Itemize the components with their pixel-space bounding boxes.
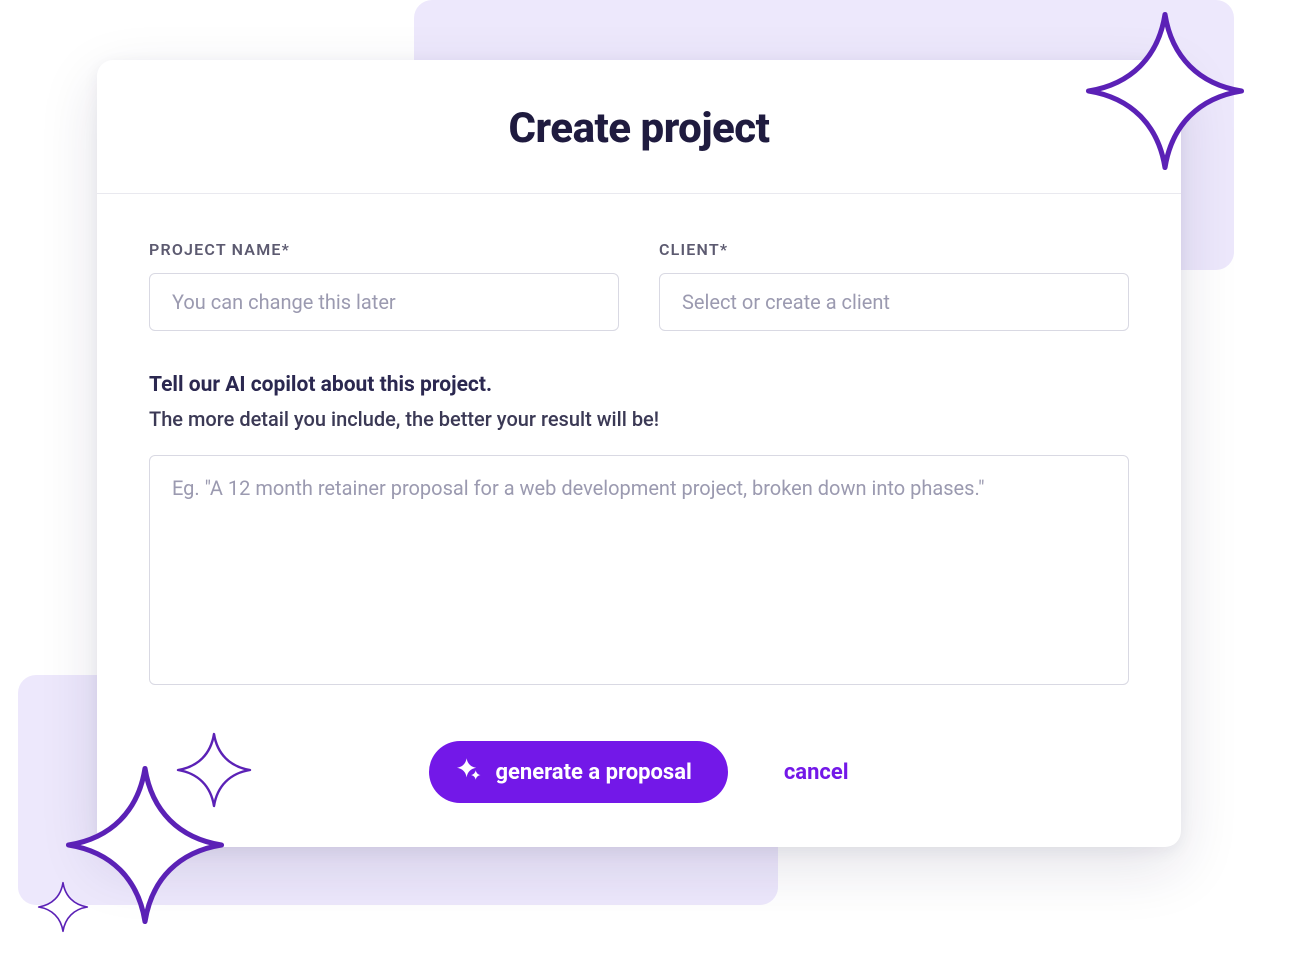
ai-subheading: The more detail you include, the better …	[149, 407, 1129, 431]
project-name-field: PROJECT NAME*	[149, 240, 619, 331]
modal-footer: generate a proposal cancel	[97, 723, 1181, 847]
modal-header: Create project	[97, 60, 1181, 194]
sparkle-icon	[1080, 6, 1250, 196]
client-select[interactable]: Select or create a client	[659, 273, 1129, 331]
sparkle-icon	[174, 730, 254, 820]
cancel-button[interactable]: cancel	[784, 760, 849, 785]
modal-title: Create project	[137, 104, 1141, 153]
project-description-textarea[interactable]	[149, 455, 1129, 685]
client-label: CLIENT*	[659, 240, 1129, 259]
client-field: CLIENT* Select or create a client	[659, 240, 1129, 331]
project-name-input[interactable]	[149, 273, 619, 331]
sparkle-icon	[457, 757, 481, 787]
create-project-modal: Create project PROJECT NAME* CLIENT* Sel…	[97, 60, 1181, 847]
cancel-button-label: cancel	[784, 760, 849, 785]
modal-body: PROJECT NAME* CLIENT* Select or create a…	[97, 194, 1181, 723]
sparkle-icon	[36, 880, 90, 940]
generate-button-label: generate a proposal	[495, 760, 691, 785]
project-name-label: PROJECT NAME*	[149, 240, 619, 259]
ai-heading: Tell our AI copilot about this project.	[149, 373, 1129, 397]
generate-proposal-button[interactable]: generate a proposal	[429, 741, 727, 803]
client-select-placeholder: Select or create a client	[682, 290, 890, 314]
field-row: PROJECT NAME* CLIENT* Select or create a…	[149, 240, 1129, 331]
